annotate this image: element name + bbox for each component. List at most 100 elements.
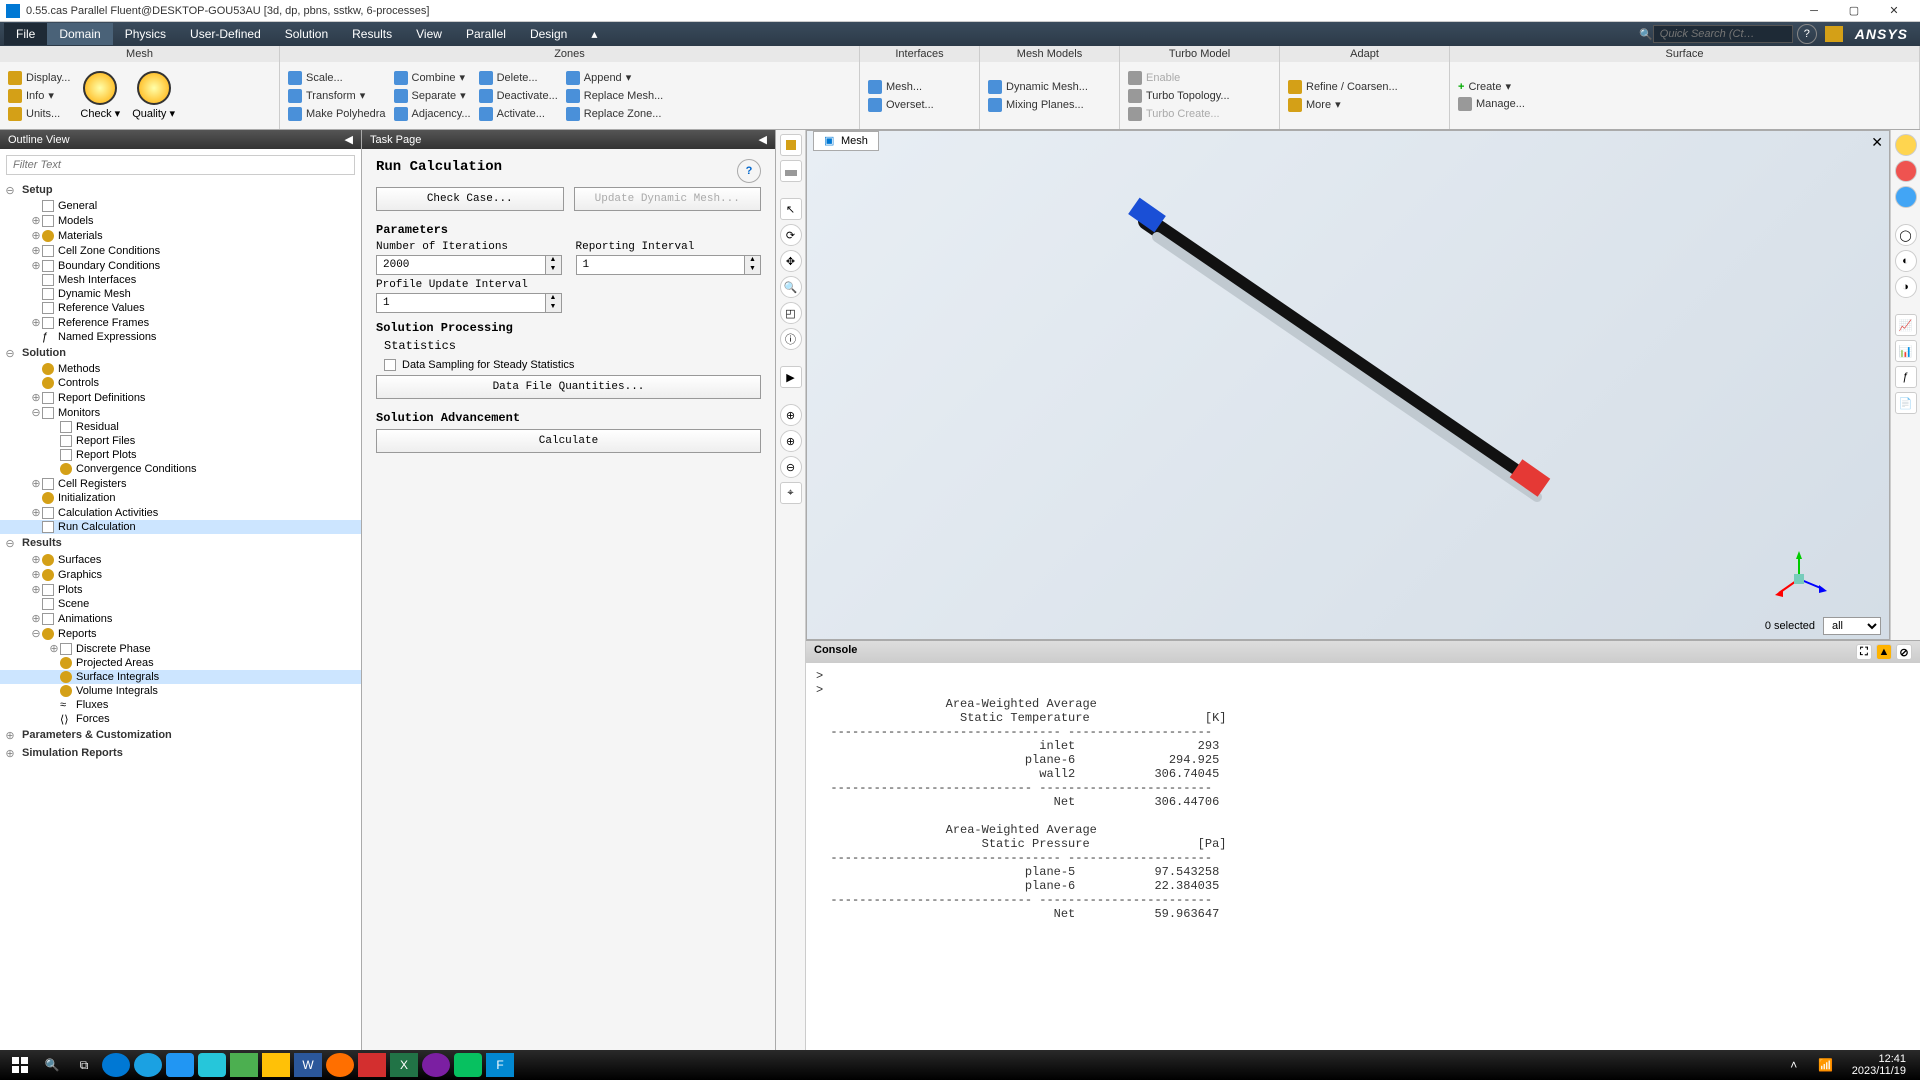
fluent-icon[interactable]: F — [486, 1053, 514, 1077]
tree-scene[interactable]: Scene — [0, 597, 361, 611]
num-iterations-input[interactable] — [376, 255, 546, 275]
tree-sim-reports[interactable]: Simulation Reports — [16, 745, 129, 761]
menu-solution[interactable]: Solution — [273, 23, 340, 45]
profile-interval-spinner[interactable]: ▲▼ — [546, 293, 562, 313]
console-clear-icon[interactable]: ⊘ — [1896, 644, 1912, 660]
filter-input[interactable] — [6, 155, 355, 175]
console-output[interactable]: > > Area-Weighted Average Static Tempera… — [806, 663, 1920, 1050]
everything-icon[interactable] — [326, 1053, 354, 1077]
selection-filter-select[interactable]: all — [1823, 617, 1881, 635]
outline-tree[interactable]: ⊖Setup General ⊕Models ⊕Materials ⊕Cell … — [0, 181, 361, 1050]
append-button[interactable]: Append▾ — [564, 70, 665, 86]
info-icon[interactable]: ⓘ — [780, 328, 802, 350]
tree-materials[interactable]: ⊕Materials — [0, 228, 361, 243]
tree-setup[interactable]: Setup — [16, 182, 59, 198]
app2-icon[interactable] — [198, 1053, 226, 1077]
data-file-quantities-button[interactable]: Data File Quantities... — [376, 375, 761, 399]
info-button[interactable]: Info▾ — [6, 88, 72, 104]
tree-fluxes[interactable]: ≈Fluxes — [0, 698, 361, 712]
tree-solution[interactable]: Solution — [16, 345, 72, 361]
data-sampling-checkbox[interactable]: Data Sampling for Steady Statistics — [376, 355, 761, 375]
app3-icon[interactable] — [230, 1053, 258, 1077]
tree-cell-zone[interactable]: ⊕Cell Zone Conditions — [0, 243, 361, 258]
delete-button[interactable]: Delete... — [477, 70, 560, 86]
help-icon[interactable]: ? — [1797, 24, 1817, 44]
activate-button[interactable]: Activate... — [477, 106, 560, 122]
app4-icon[interactable] — [358, 1053, 386, 1077]
pointer-icon[interactable]: ↖ — [780, 198, 802, 220]
menu-physics[interactable]: Physics — [113, 23, 178, 45]
help-button[interactable]: ? — [737, 159, 761, 183]
search-button[interactable]: 🔍 — [38, 1053, 66, 1077]
tree-forces[interactable]: ⟨⟩Forces — [0, 712, 361, 726]
surface-create-button[interactable]: +Create▾ — [1456, 79, 1527, 94]
dynamic-mesh-button[interactable]: Dynamic Mesh... — [986, 79, 1090, 95]
turbo-create-button[interactable]: Turbo Create... — [1126, 106, 1232, 122]
check-button[interactable]: Check ▾ — [76, 69, 124, 122]
reporting-interval-input[interactable] — [576, 255, 746, 275]
close-button[interactable]: ✕ — [1874, 4, 1914, 17]
tree-projected-areas[interactable]: Projected Areas — [0, 656, 361, 670]
windows-taskbar[interactable]: 🔍 ⧉ W X F ˄ 📶 12:412023/11/19 — [0, 1050, 1920, 1080]
orientation-triad[interactable] — [1769, 549, 1829, 609]
graphics-tab[interactable]: ▣ Mesh — [813, 131, 879, 151]
graphics-close-icon[interactable]: ✕ — [1871, 134, 1883, 151]
tree-dynamic-mesh[interactable]: Dynamic Mesh — [0, 287, 361, 301]
wechat-icon[interactable] — [454, 1053, 482, 1077]
tree-reference-frames[interactable]: ⊕Reference Frames — [0, 315, 361, 330]
tree-report-files[interactable]: Report Files — [0, 434, 361, 448]
rotate-icon[interactable]: ⟳ — [780, 224, 802, 246]
word-icon[interactable]: W — [294, 1053, 322, 1077]
make-polyhedra-button[interactable]: Make Polyhedra — [286, 106, 388, 122]
tree-calc-activities[interactable]: ⊕Calculation Activities — [0, 505, 361, 520]
network-icon[interactable]: 📶 — [1812, 1053, 1840, 1077]
tree-plots[interactable]: ⊕Plots — [0, 582, 361, 597]
replace-mesh-button[interactable]: Replace Mesh... — [564, 88, 665, 104]
menu-file[interactable]: File — [4, 23, 47, 45]
replace-zone-button[interactable]: Replace Zone... — [564, 106, 665, 122]
menu-view[interactable]: View — [404, 23, 454, 45]
layers-icon[interactable] — [780, 160, 802, 182]
scale-button[interactable]: Scale... — [286, 70, 388, 86]
overset-button[interactable]: Overset... — [866, 97, 936, 113]
axis-icon[interactable]: ⌖ — [780, 482, 802, 504]
fit-icon[interactable]: ⊕ — [780, 404, 802, 426]
tree-results[interactable]: Results — [16, 535, 68, 551]
tree-boundary[interactable]: ⊕Boundary Conditions — [0, 258, 361, 273]
task-view-button[interactable]: ⧉ — [70, 1053, 98, 1077]
explorer-icon[interactable] — [262, 1053, 290, 1077]
browser-icon[interactable] — [134, 1053, 162, 1077]
sphere-yellow-icon[interactable] — [1895, 134, 1917, 156]
app5-icon[interactable] — [422, 1053, 450, 1077]
tree-methods[interactable]: Methods — [0, 362, 361, 376]
func-icon[interactable]: ƒ — [1895, 366, 1917, 388]
update-dynamic-mesh-button[interactable]: Update Dynamic Mesh... — [574, 187, 762, 211]
view-tool-1-icon[interactable]: ◯ — [1895, 224, 1917, 246]
units-button[interactable]: Units... — [6, 106, 72, 122]
enable-turbo-checkbox[interactable]: Enable — [1126, 70, 1232, 86]
edge-icon[interactable] — [102, 1053, 130, 1077]
tray-up-icon[interactable]: ˄ — [1780, 1053, 1808, 1077]
num-iterations-spinner[interactable]: ▲▼ — [546, 255, 562, 275]
layout-icon[interactable] — [1825, 26, 1843, 42]
task-collapse-icon[interactable]: ◀ — [759, 133, 767, 146]
minimize-button[interactable]: ─ — [1794, 5, 1834, 17]
console-warn-icon[interactable]: ▲ — [1876, 644, 1892, 660]
chart-bar-icon[interactable]: 📊 — [1895, 340, 1917, 362]
tree-models[interactable]: ⊕Models — [0, 213, 361, 228]
play-icon[interactable]: ▶ — [780, 366, 802, 388]
combine-button[interactable]: Combine▾ — [392, 70, 473, 86]
turbo-topology-button[interactable]: Turbo Topology... — [1126, 88, 1232, 104]
tree-mesh-interfaces[interactable]: Mesh Interfaces — [0, 273, 361, 287]
tree-run-calculation[interactable]: Run Calculation — [0, 520, 361, 534]
tree-volume-integrals[interactable]: Volume Integrals — [0, 684, 361, 698]
tree-named-expr[interactable]: ƒNamed Expressions — [0, 330, 361, 344]
maximize-button[interactable]: ▢ — [1834, 4, 1874, 17]
tree-surface-integrals[interactable]: Surface Integrals — [0, 670, 361, 684]
menu-results[interactable]: Results — [340, 23, 404, 45]
adjacency-button[interactable]: Adjacency... — [392, 106, 473, 122]
tree-parameters[interactable]: Parameters & Customization — [16, 727, 178, 743]
profile-interval-input[interactable] — [376, 293, 546, 313]
tree-graphics[interactable]: ⊕Graphics — [0, 567, 361, 582]
refine-coarsen-button[interactable]: Refine / Coarsen... — [1286, 79, 1400, 95]
